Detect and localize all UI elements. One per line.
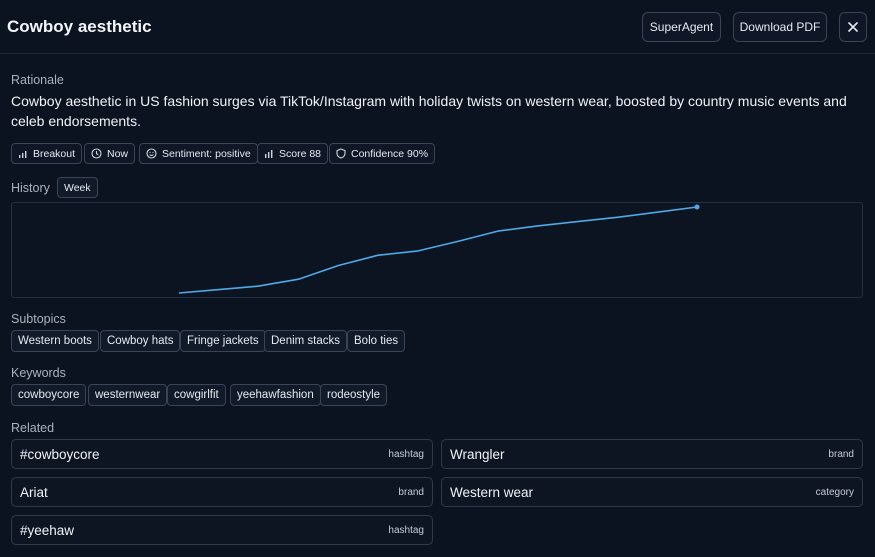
related-name: #cowboycore: [20, 447, 100, 462]
badge-now: Now: [84, 143, 136, 164]
badge-label: Sentiment: positive: [162, 147, 251, 160]
keyword-chip[interactable]: westernwear: [88, 384, 168, 406]
rationale-label: Rationale: [11, 73, 64, 87]
related-label: Related: [11, 421, 55, 435]
badge-sentiment: Sentiment: positive: [139, 143, 258, 164]
related-item[interactable]: #yeehaw hashtag: [11, 515, 433, 545]
keywords-label: Keywords: [11, 366, 66, 380]
badge-label: Breakout: [33, 147, 76, 160]
keyword-chip[interactable]: yeehawfashion: [230, 384, 321, 406]
signal-icon: [265, 150, 273, 158]
related-type: hashtag: [388, 449, 424, 460]
subtopic-chip[interactable]: Fringe jackets: [180, 330, 266, 352]
badge-label: Score 88: [279, 147, 322, 160]
related-name: #yeehaw: [20, 523, 75, 538]
badge-label: Now: [107, 147, 129, 160]
badge-confidence: Confidence 90%: [329, 143, 436, 164]
related-item[interactable]: Western wear category: [441, 477, 863, 507]
close-button[interactable]: [839, 12, 867, 42]
history-chart-svg: [178, 204, 700, 294]
related-type: brand: [828, 449, 854, 460]
keyword-chip[interactable]: rodeostyle: [320, 384, 388, 406]
subtopic-chip[interactable]: Denim stacks: [264, 330, 348, 352]
related-item[interactable]: Ariat brand: [11, 477, 433, 507]
period-selector[interactable]: Week: [57, 177, 98, 198]
related-type: hashtag: [388, 525, 424, 536]
badge-score: Score 88: [257, 143, 329, 164]
related-item[interactable]: #cowboycore hashtag: [11, 439, 433, 469]
subtopic-chip[interactable]: Cowboy hats: [100, 330, 181, 352]
rationale-text: Cowboy aesthetic in US fashion surges vi…: [11, 93, 847, 129]
smiley-icon: [146, 148, 157, 159]
related-type: category: [815, 487, 854, 498]
download-pdf-button[interactable]: Download PDF: [733, 12, 827, 42]
subtopic-chip[interactable]: Western boots: [11, 330, 99, 352]
related-name: Wrangler: [450, 447, 505, 462]
keyword-chip[interactable]: cowboycore: [11, 384, 87, 406]
badge-breakout: Breakout: [11, 143, 83, 164]
related-item[interactable]: Wrangler brand: [441, 439, 863, 469]
bar-chart-icon: [19, 151, 27, 158]
close-icon: [848, 22, 858, 32]
related-type: brand: [398, 487, 424, 498]
series-end-point: [694, 204, 700, 210]
keyword-chip[interactable]: cowgirlfit: [167, 384, 226, 406]
superagent-button[interactable]: SuperAgent: [642, 12, 721, 42]
page-title: Cowboy aesthetic: [7, 17, 152, 36]
related-name: Western wear: [450, 485, 534, 500]
shield-icon: [336, 148, 346, 159]
clock-icon: [91, 148, 102, 159]
series-line: [178, 206, 698, 294]
badge-label: Confidence 90%: [351, 147, 429, 160]
history-label: History: [11, 181, 50, 195]
subtopic-chip[interactable]: Bolo ties: [347, 330, 406, 352]
history-chart: [11, 202, 863, 298]
subtopics-label: Subtopics: [11, 312, 66, 326]
modal-header: Cowboy aesthetic SuperAgent Download PDF: [0, 0, 875, 54]
related-name: Ariat: [20, 485, 48, 500]
